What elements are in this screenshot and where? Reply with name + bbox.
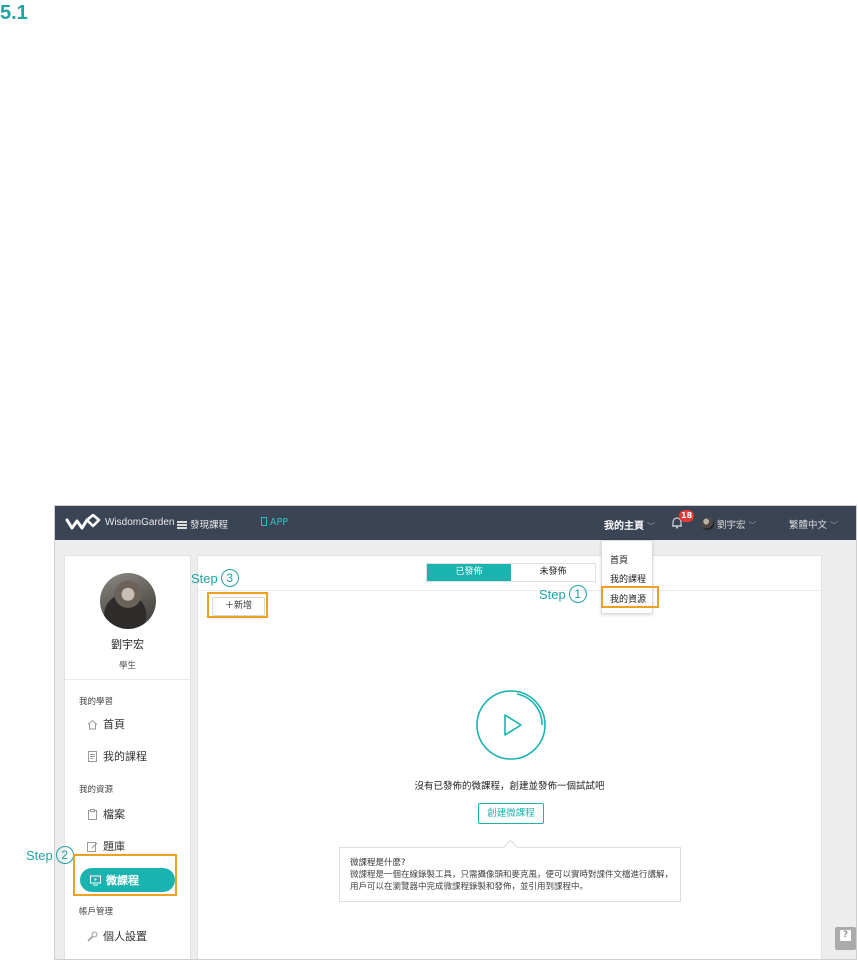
- highlight-my-resources: [601, 586, 659, 608]
- wisdomgarden-logo-icon[interactable]: [65, 514, 101, 532]
- menu-icon: [177, 521, 187, 529]
- nav-app[interactable]: APP: [261, 517, 288, 528]
- step-3-annotation: Step 3: [191, 569, 239, 587]
- sidebar-item-label: 檔案: [103, 808, 125, 821]
- dropdown-item-my-courses[interactable]: 我的課程: [610, 572, 646, 585]
- nav-home-label: 我的主頁: [604, 521, 644, 532]
- sidebar-item-settings[interactable]: 個人設置: [87, 928, 147, 944]
- section-account: 帳戶管理: [79, 907, 114, 917]
- sidebar-item-my-courses[interactable]: 我的課程: [87, 748, 147, 764]
- micro-course-tooltip: 微課程是什麼? 微課程是一個在線錄製工具，只需攝像頭和麥克風，便可以實時對課件文…: [339, 847, 681, 902]
- step-number: 1: [568, 585, 587, 603]
- top-navigation-bar: WisdomGarden 發現課程 APP 我的主頁 ﹀ 18 劉宇宏 ﹀ 繁體中文…: [55, 506, 856, 540]
- nav-user-menu[interactable]: 劉宇宏 ﹀: [717, 517, 757, 531]
- tooltip-body: 微課程是一個在線錄製工具，只需攝像頭和麥克風，便可以實時對課件文檔進行講解，用戶…: [350, 870, 674, 892]
- create-micro-course-button[interactable]: 創建微課程: [478, 803, 544, 824]
- nav-discover-courses[interactable]: 發現課程: [177, 517, 228, 531]
- tooltip-title: 微課程是什麼?: [350, 858, 406, 868]
- sidebar-item-label: 個人設置: [103, 930, 147, 943]
- user-avatar-small[interactable]: [701, 517, 714, 530]
- user-avatar: [100, 573, 156, 629]
- user-role: 學生: [118, 661, 136, 671]
- feedback-help-icon[interactable]: [835, 927, 856, 950]
- dropdown-item-home[interactable]: 首頁: [610, 553, 628, 566]
- highlight-add-button: [207, 592, 268, 618]
- nav-discover-label: 發現課程: [190, 520, 229, 531]
- document-icon: [88, 750, 97, 762]
- sidebar-item-files[interactable]: 檔案: [87, 806, 125, 822]
- main-panel: 已發佈 未發佈 ＋新增 沒有已發佈的微課程，創建並發佈一個試試吧 創建微課程 微…: [197, 555, 822, 959]
- home-icon: [87, 719, 98, 729]
- nav-user-label: 劉宇宏: [717, 520, 746, 531]
- tab-unpublished[interactable]: 未發佈: [511, 564, 595, 581]
- step-label: Step: [539, 586, 566, 602]
- nav-language-menu[interactable]: 繁體中文 ﹀: [789, 517, 838, 531]
- empty-state-message: 沒有已發佈的微課程，創建並發佈一個試試吧: [414, 781, 605, 792]
- step-2-annotation: Step 2: [26, 846, 74, 864]
- step-label: Step: [191, 570, 218, 586]
- sidebar-item-home[interactable]: 首頁: [87, 716, 125, 732]
- phone-icon: [261, 517, 267, 526]
- clipboard-icon: [88, 808, 97, 820]
- sidebar-item-label: 首頁: [103, 718, 125, 731]
- sidebar-item-question-bank[interactable]: 題庫: [87, 838, 125, 854]
- step-number: 2: [55, 846, 74, 864]
- left-sidebar: 劉宇宏 學生 我的學習 首頁 我的課程 我的資源 檔案 題庫 微課程 帳戶管理 …: [64, 555, 191, 959]
- sidebar-divider: [65, 679, 190, 680]
- user-name: 劉宇宏: [111, 638, 144, 651]
- section-my-learning: 我的學習: [79, 697, 114, 707]
- nav-language-label: 繁體中文: [789, 520, 828, 531]
- wrench-icon: [87, 931, 98, 942]
- step-number: 3: [220, 569, 239, 587]
- sidebar-item-label: 題庫: [103, 840, 125, 853]
- step-1-annotation: Step 1: [539, 585, 587, 603]
- tabs-divider: [198, 590, 821, 591]
- edit-icon: [87, 841, 98, 852]
- nav-app-label: APP: [270, 517, 288, 528]
- section-my-resources: 我的資源: [79, 785, 114, 795]
- highlight-micro-course: [73, 854, 177, 896]
- tab-published[interactable]: 已發佈: [427, 564, 511, 581]
- step-label: Step: [26, 847, 53, 863]
- notification-badge: 18: [679, 510, 695, 522]
- chevron-down-icon: ﹀: [748, 521, 757, 530]
- sidebar-item-label: 我的課程: [103, 750, 147, 763]
- chevron-down-icon: ﹀: [647, 522, 655, 531]
- play-circle-icon: [476, 690, 546, 760]
- nav-my-home[interactable]: 我的主頁 ﹀: [604, 517, 655, 532]
- brand-name[interactable]: WisdomGarden: [105, 517, 174, 528]
- publish-tabs: 已發佈 未發佈: [426, 563, 596, 582]
- section-heading: 5.1: [0, 2, 28, 24]
- chevron-down-icon: ﹀: [830, 521, 839, 530]
